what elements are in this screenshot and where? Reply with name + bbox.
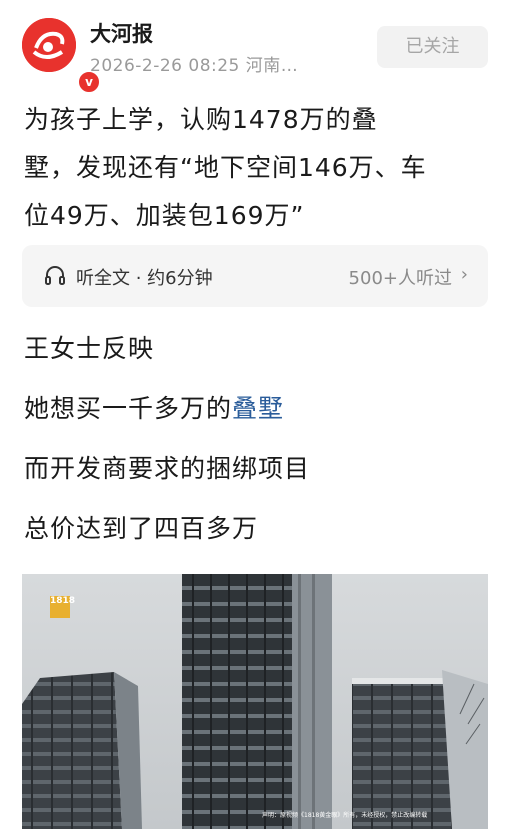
source-avatar[interactable]: v: [22, 18, 101, 94]
image-caption: 声明：原视频《1818黄金眼》所有，未经授权，禁止改编转载: [262, 812, 428, 819]
title-line: 位49万、加装包169万”: [24, 201, 305, 230]
follow-button[interactable]: 已关注: [377, 26, 488, 68]
body-paragraph: 总价达到了四百多万: [24, 514, 259, 543]
paragraph-text: 她想买一千多万的: [24, 394, 233, 423]
listen-label: 听全文 · 约6分钟: [76, 268, 213, 289]
dahebao-logo-icon: [22, 18, 76, 72]
body-paragraph: 她想买一千多万的叠墅: [24, 389, 284, 425]
body-paragraph: 而开发商要求的捆绑项目: [24, 454, 311, 483]
article-photo[interactable]: 1818 声明：原视频《1818黄金眼》所有，未经授权，禁止改编转载: [22, 574, 488, 829]
article-header: v 大河报 2026-2-26 08:25 河南… 已关注: [0, 0, 511, 94]
publish-meta: 2026-2-26 08:25 河南…: [90, 56, 299, 76]
article-title: 为孩子上学，认购1478万的叠 墅，发现还有“地下空间146万、车 位49万、加…: [24, 96, 490, 240]
listen-full-article-bar[interactable]: 听全文 · 约6分钟 500+人听过 ›: [22, 245, 488, 307]
title-line: 为孩子上学，认购1478万的叠: [24, 105, 378, 134]
source-name[interactable]: 大河报: [90, 18, 153, 48]
keyword-link[interactable]: 叠墅: [232, 394, 284, 423]
title-line: 墅，发现还有“地下空间146万、车: [24, 153, 427, 182]
building-photo-image: [22, 574, 488, 829]
headphone-icon: [45, 266, 65, 285]
channel-logo-icon: 1818: [50, 596, 75, 618]
body-paragraph: 王女士反映: [24, 334, 155, 363]
listener-count: 500+人听过: [348, 268, 452, 289]
chevron-right-icon: ›: [460, 264, 468, 285]
